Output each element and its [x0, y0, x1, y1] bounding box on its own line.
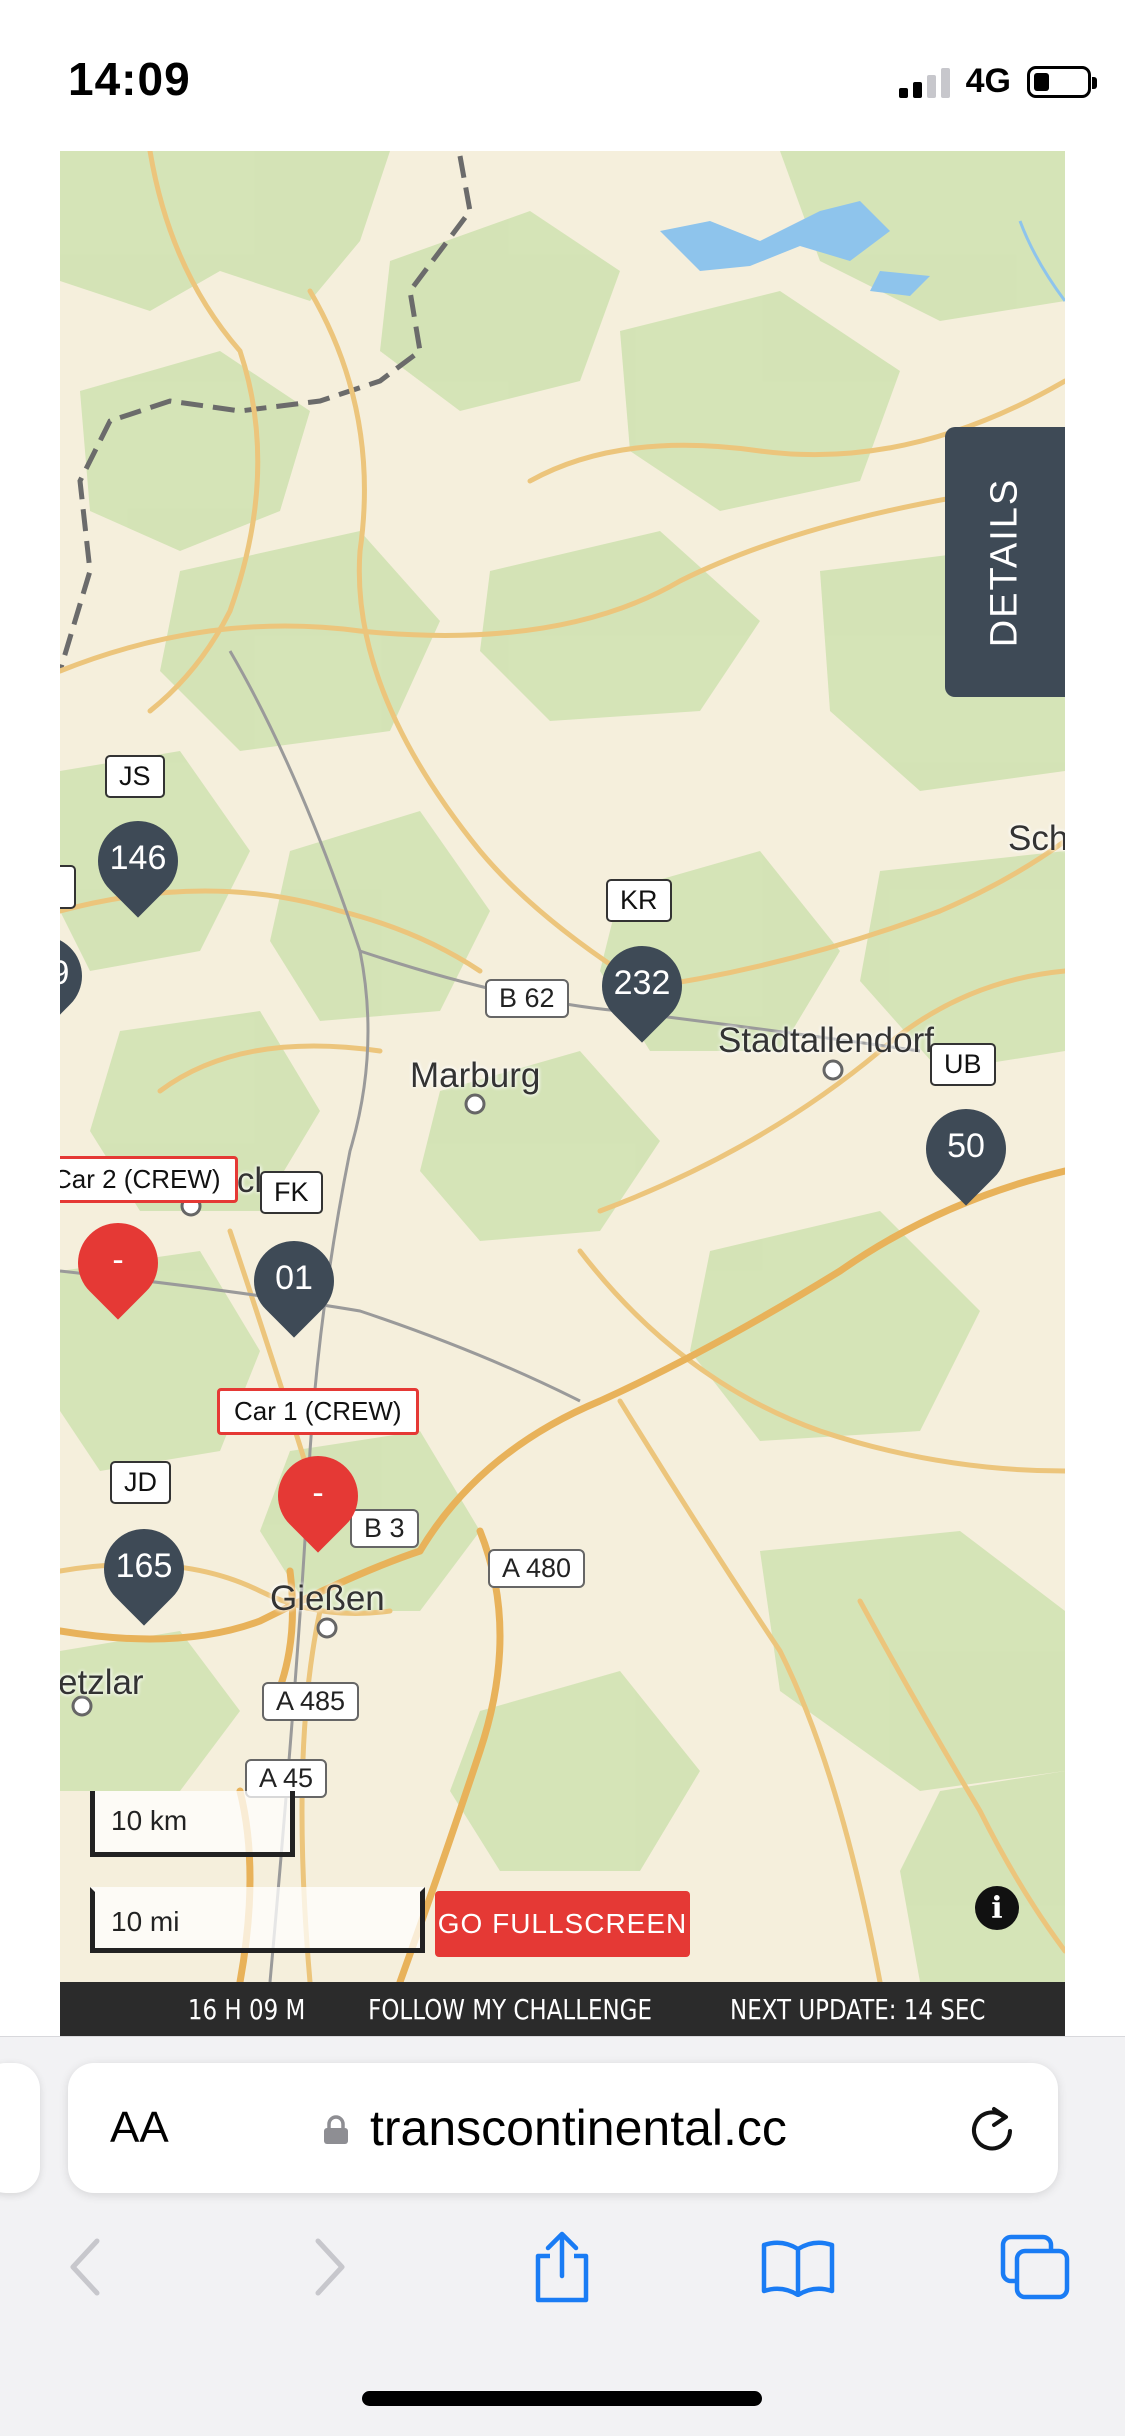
back-button[interactable] — [45, 2227, 125, 2307]
forward-button[interactable] — [290, 2227, 370, 2307]
home-indicator[interactable] — [362, 2391, 762, 2406]
rider-tag[interactable]: UB — [930, 1043, 996, 1086]
rider-tag[interactable]: KR — [606, 879, 672, 922]
rider-tag[interactable]: FK — [260, 1171, 323, 1214]
road-label-b62: B 62 — [485, 979, 569, 1018]
lock-icon — [324, 2115, 348, 2144]
tracking-map[interactable]: B 62 B 3 A 480 A 485 A 45 Marburg Stadta… — [60, 151, 1065, 1982]
bookmarks-icon — [761, 2240, 835, 2297]
rider-tag[interactable] — [60, 865, 76, 909]
info-icon[interactable]: i — [975, 1886, 1019, 1930]
go-fullscreen-button[interactable]: GO FULLSCREEN — [435, 1891, 690, 1957]
details-tab[interactable]: DETAILS — [945, 427, 1065, 697]
rider-tag[interactable]: JD — [110, 1461, 171, 1504]
crew-pin-car-1[interactable]: - — [261, 1439, 375, 1564]
share-icon — [535, 2231, 589, 2303]
rider-number: 232 — [613, 964, 671, 1002]
network-type: 4G — [965, 62, 1011, 100]
place-label-sch: Sch — [1008, 819, 1065, 858]
rider-number: 50 — [947, 1127, 985, 1165]
rider-number: 9 — [60, 954, 100, 993]
details-tab-label: DETAILS — [983, 477, 1026, 647]
aa-label: AA — [110, 2103, 169, 2152]
safari-bottom-bar: AA transcontinental.cc — [0, 2036, 1125, 2436]
forward-icon — [315, 2238, 345, 2296]
place-label-marburg: Marburg — [410, 1056, 541, 1095]
signal-icon — [898, 66, 950, 98]
scale-bar-km: 10 km — [90, 1791, 295, 1857]
rider-tag[interactable]: JS — [105, 755, 165, 798]
status-time: 14:09 — [68, 53, 191, 105]
rider-number: 146 — [109, 839, 167, 877]
crew-tag-car-1[interactable]: Car 1 (CREW) — [217, 1388, 419, 1435]
status-bar: 14:09 4G — [0, 0, 1125, 150]
url-text[interactable]: transcontinental.cc — [370, 2099, 787, 2157]
place-label-wetzlar: etzlar — [60, 1663, 144, 1702]
rider-pin[interactable]: 165 — [87, 1512, 201, 1637]
scale-bar-mi: 10 mi — [90, 1887, 425, 1953]
crew-pin-car-2[interactable]: - — [61, 1206, 175, 1331]
follow-my-challenge-link[interactable]: FOLLOW MY CHALLENGE — [368, 1993, 652, 2026]
rider-pin[interactable]: 232 — [585, 929, 699, 1054]
battery-icon — [1027, 65, 1097, 98]
road-label-a480: A 480 — [488, 1549, 586, 1588]
rider-pin[interactable]: 146 — [81, 804, 195, 929]
tabs-button[interactable] — [995, 2227, 1075, 2307]
road-label-a485: A 485 — [262, 1682, 360, 1721]
safari-toolbar — [0, 2227, 1125, 2317]
place-label-giessen: Gießen — [270, 1579, 385, 1618]
tabs-icon — [1000, 2234, 1070, 2300]
back-icon — [70, 2238, 100, 2296]
rider-number: 165 — [115, 1547, 173, 1585]
rider-pin[interactable]: 01 — [237, 1224, 351, 1349]
reader-aa-button[interactable]: AA — [110, 2103, 169, 2153]
previous-tab-preview[interactable] — [0, 2063, 40, 2193]
rider-number: 01 — [275, 1259, 313, 1297]
challenge-footer: 16 H 09 M FOLLOW MY CHALLENGE NEXT UPDAT… — [60, 1982, 1065, 2036]
rider-pin[interactable]: 9 — [60, 919, 99, 1044]
address-bar[interactable]: AA transcontinental.cc — [68, 2063, 1058, 2193]
place-label-stadtallendorf: Stadtallendorf — [718, 1021, 934, 1060]
rider-pin[interactable]: 50 — [909, 1092, 1023, 1217]
elapsed-time: 16 H 09 M — [187, 1992, 306, 2026]
road-label-b3: B 3 — [350, 1509, 419, 1548]
status-indicators: 4G — [898, 62, 1097, 101]
next-update-timer: NEXT UPDATE: 14 SEC — [729, 1992, 985, 2026]
crew-pin-label: - — [112, 1241, 124, 1279]
share-button[interactable] — [522, 2227, 602, 2307]
reload-icon[interactable] — [966, 2103, 1018, 2155]
map-background — [60, 151, 1065, 1982]
bookmarks-button[interactable] — [758, 2227, 838, 2307]
crew-pin-label: - — [312, 1474, 324, 1512]
crew-tag-car-2[interactable]: Car 2 (CREW) — [60, 1156, 238, 1203]
